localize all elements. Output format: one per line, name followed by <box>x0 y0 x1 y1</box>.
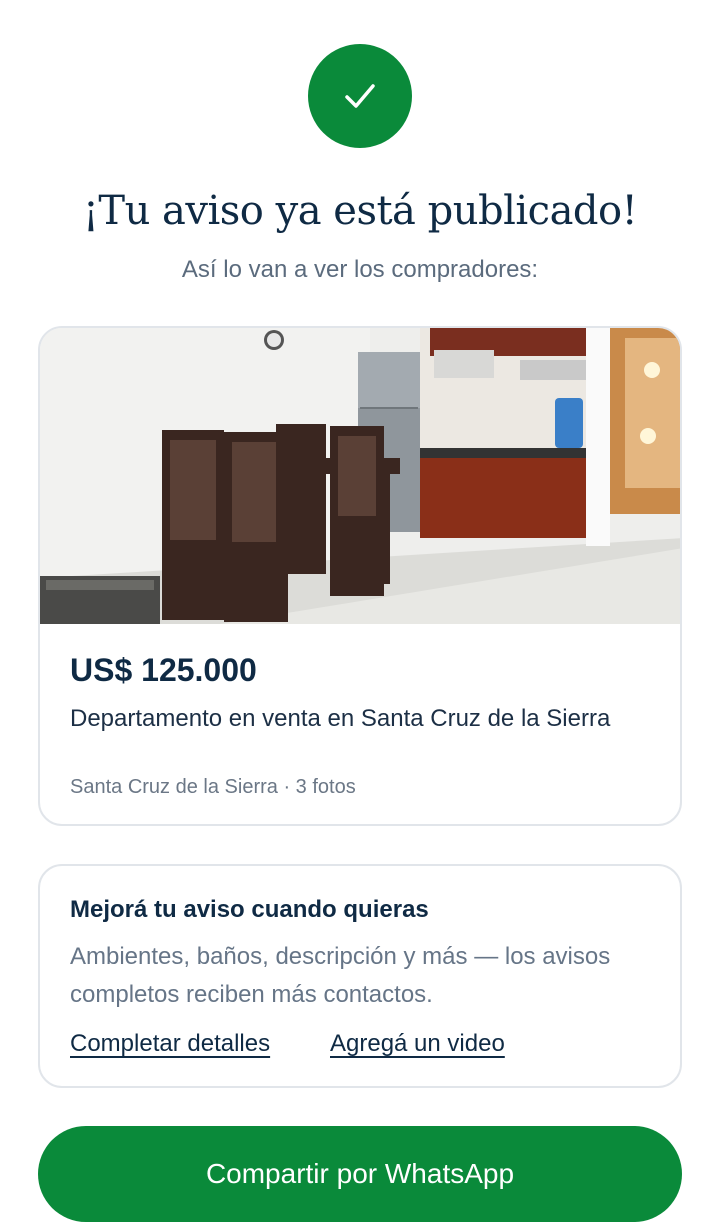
improve-description: Ambientes, baños, descripción y más — lo… <box>70 943 611 1008</box>
listing-price: US$ 125.000 <box>70 652 257 688</box>
page-subtitle: Así lo van a ver los compradores: <box>181 256 539 283</box>
listing-photo <box>40 328 680 624</box>
listing-meta: Santa Cruz de la Sierra · 3 fotos <box>70 776 356 798</box>
listing-title: Departamento en venta en Santa Cruz de l… <box>70 705 611 732</box>
publish-success-screen: ¡Tu aviso ya está publicado! Así lo van … <box>0 0 720 1226</box>
share-whatsapp-button[interactable]: Compartir por WhatsApp <box>38 1126 682 1222</box>
improve-title: Mejorá tu aviso cuando quieras <box>70 896 429 923</box>
check-icon <box>345 84 375 108</box>
complete-details-link[interactable]: Completar detalles <box>70 1030 270 1058</box>
improve-listing-card: Mejorá tu aviso cuando quieras Ambientes… <box>38 864 682 1088</box>
listing-photo-image <box>40 328 680 624</box>
page-title: ¡Tu aviso ya está publicado! <box>82 188 638 234</box>
success-badge <box>308 44 412 148</box>
listing-preview-card[interactable]: US$ 125.000 Departamento en venta en San… <box>38 326 682 826</box>
add-video-link[interactable]: Agregá un video <box>330 1030 505 1058</box>
